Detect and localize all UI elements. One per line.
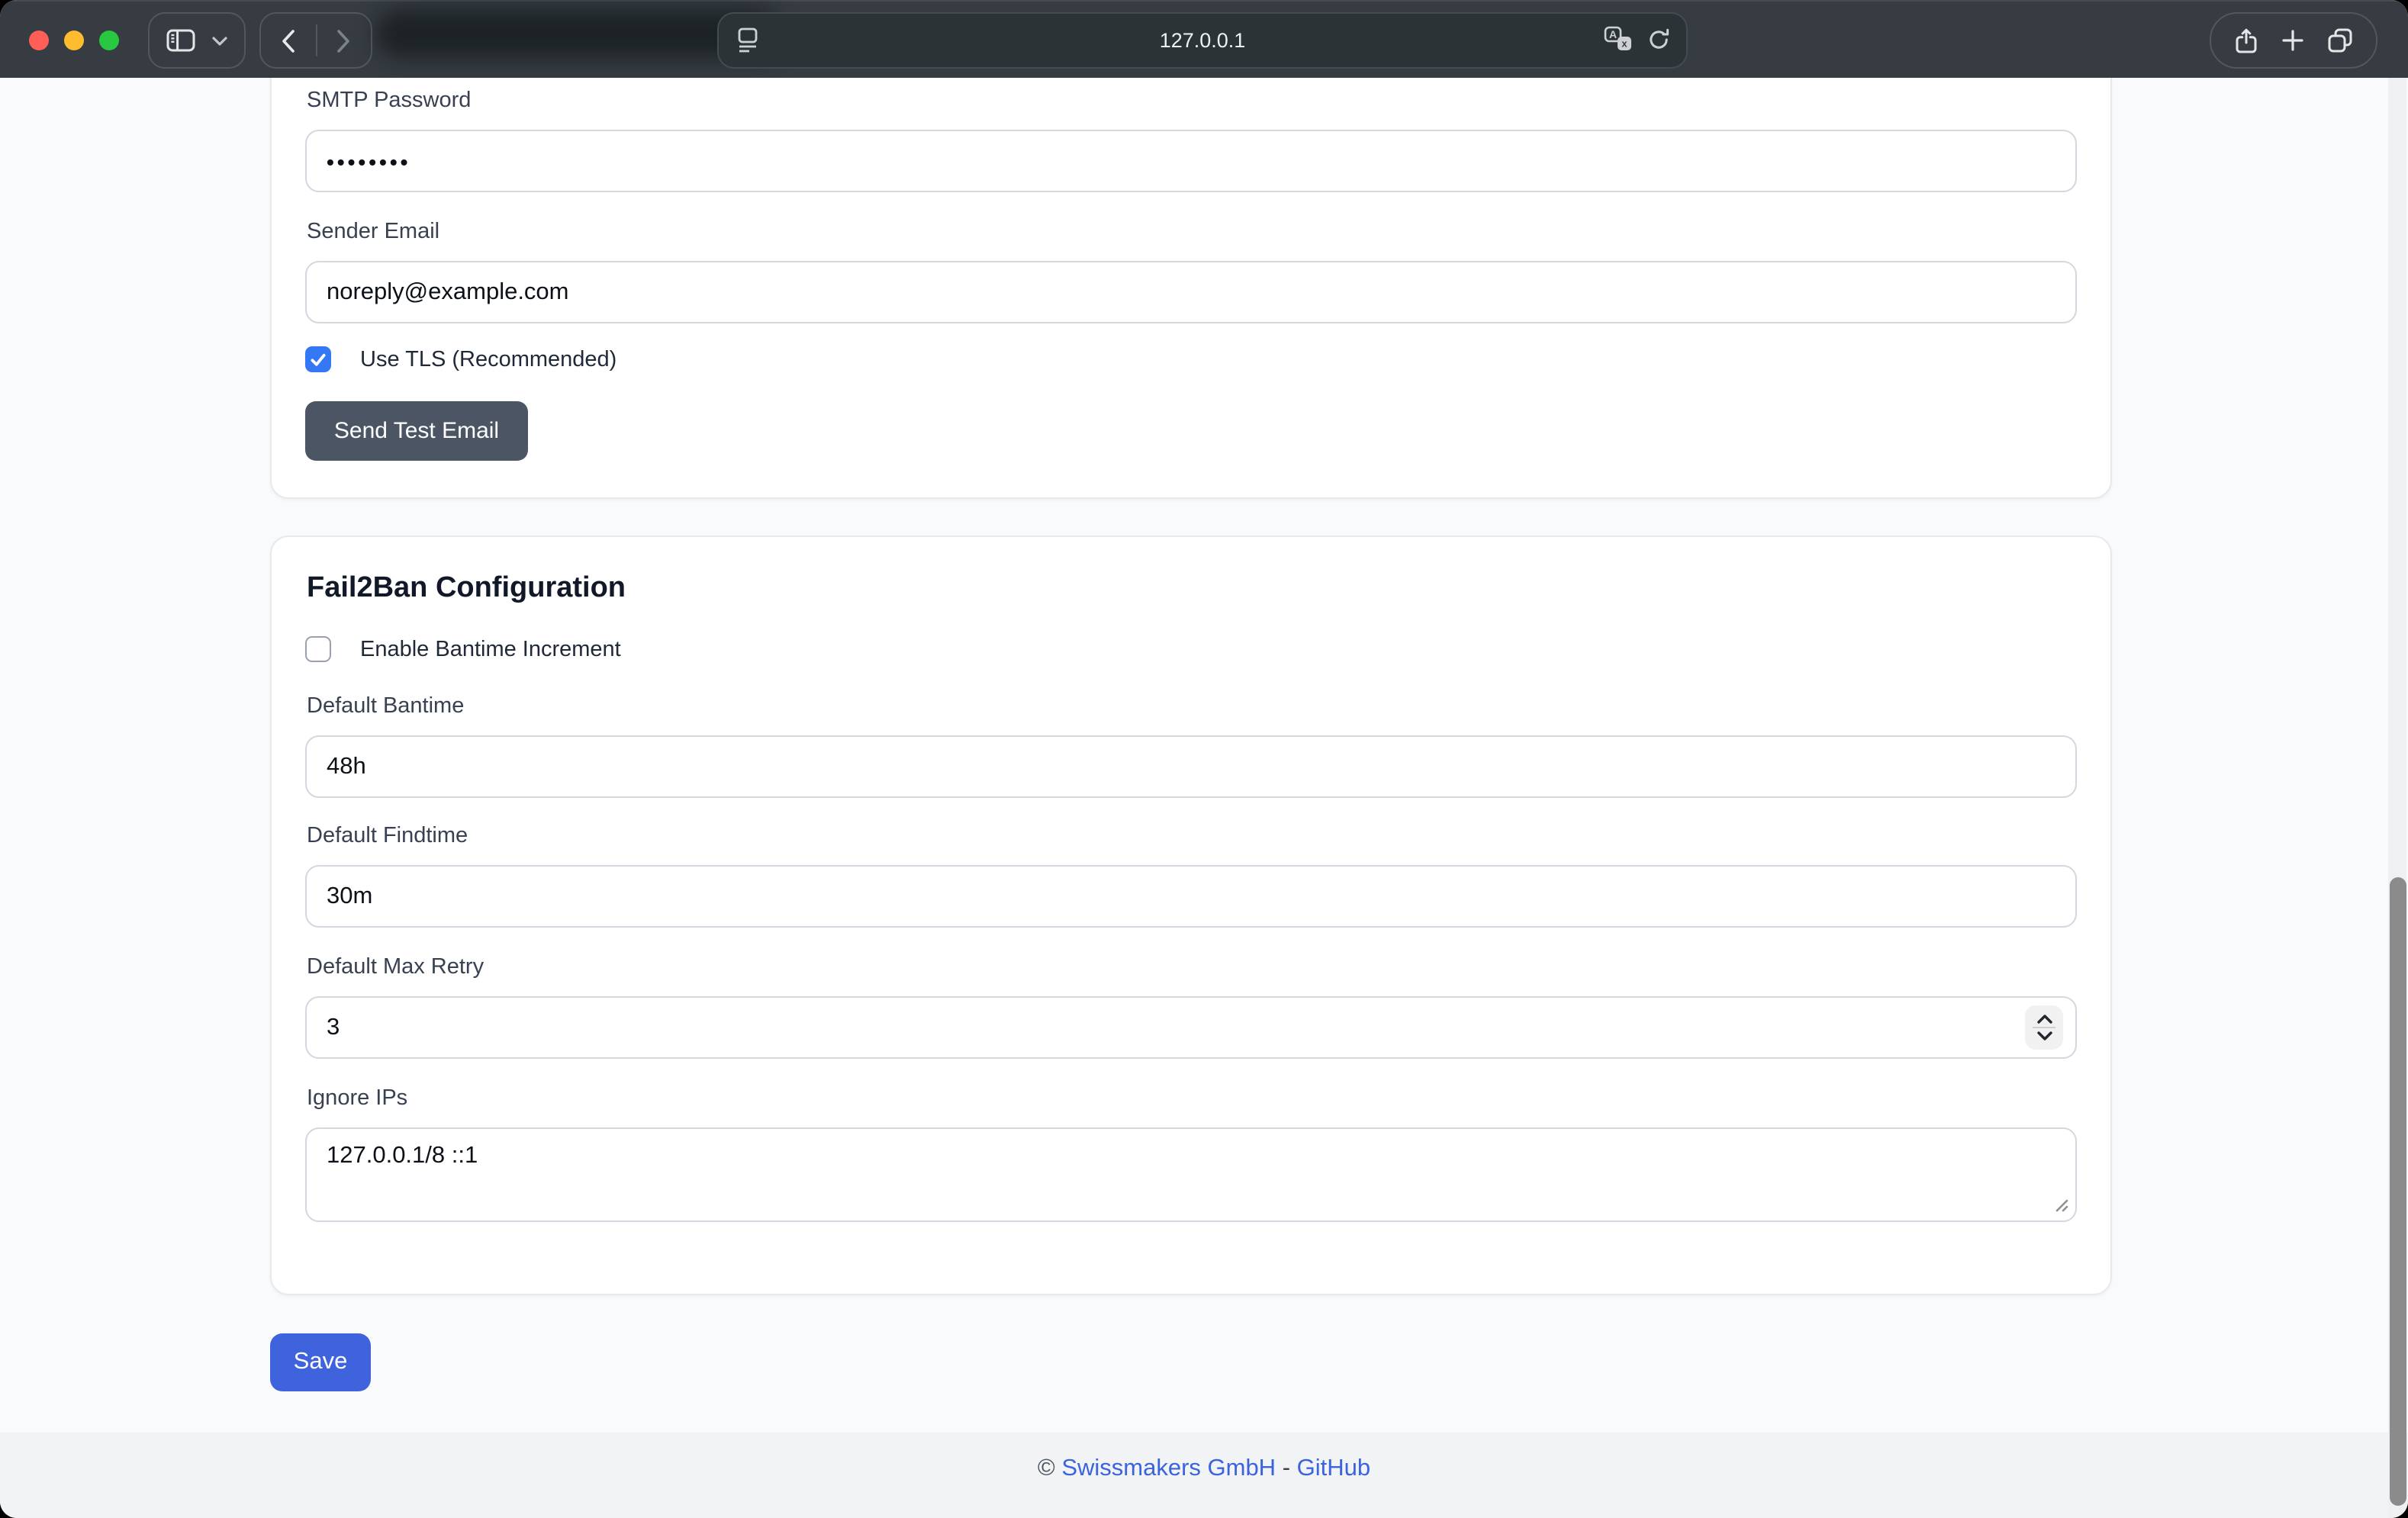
send-test-email-button[interactable]: Send Test Email bbox=[305, 401, 528, 461]
scrollbar-thumb[interactable] bbox=[2389, 877, 2406, 1506]
svg-text:x: x bbox=[1621, 38, 1627, 50]
minimize-window-button[interactable] bbox=[63, 30, 83, 50]
stepper-down-icon[interactable] bbox=[2036, 1031, 2052, 1040]
number-stepper[interactable] bbox=[2025, 1005, 2063, 1050]
zoom-window-button[interactable] bbox=[98, 30, 118, 50]
stepper-divider bbox=[2033, 1027, 2055, 1028]
stepper-up-icon[interactable] bbox=[2036, 1015, 2052, 1024]
svg-text:A: A bbox=[1609, 28, 1617, 40]
copyright-symbol: © bbox=[1038, 1455, 1055, 1481]
company-link[interactable]: Swissmakers GmbH bbox=[1061, 1455, 1276, 1481]
default-findtime-input[interactable] bbox=[305, 865, 2077, 928]
textarea-resize-handle[interactable] bbox=[2051, 1195, 2069, 1213]
back-icon[interactable] bbox=[281, 28, 296, 53]
sender-email-label: Sender Email bbox=[307, 220, 439, 244]
new-tab-icon[interactable] bbox=[2281, 29, 2304, 52]
forward-icon[interactable] bbox=[336, 28, 352, 53]
close-window-button[interactable] bbox=[28, 30, 48, 50]
footer-separator: - bbox=[1276, 1455, 1297, 1481]
default-bantime-input[interactable] bbox=[305, 735, 2077, 798]
sidebar-toggle-group bbox=[148, 12, 246, 69]
bantime-increment-label: Enable Bantime Increment bbox=[360, 637, 621, 661]
ignore-ips-label: Ignore IPs bbox=[307, 1086, 407, 1111]
bantime-increment-row: Enable Bantime Increment bbox=[305, 636, 621, 662]
footer: © Swissmakers GmbH - GitHub bbox=[0, 1455, 2408, 1483]
ignore-ips-textarea[interactable]: 127.0.0.1/8 ::1 bbox=[305, 1127, 2077, 1222]
nav-divider bbox=[315, 24, 317, 56]
checkmark-icon bbox=[310, 352, 327, 367]
reload-icon[interactable] bbox=[1647, 27, 1671, 51]
sidebar-icon[interactable] bbox=[166, 29, 195, 52]
use-tls-checkbox[interactable] bbox=[305, 346, 331, 372]
default-findtime-label: Default Findtime bbox=[307, 824, 468, 848]
chevron-down-icon[interactable] bbox=[212, 36, 227, 45]
use-tls-label: Use TLS (Recommended) bbox=[360, 347, 616, 371]
smtp-password-input[interactable] bbox=[305, 130, 2077, 192]
bantime-increment-checkbox[interactable] bbox=[305, 636, 331, 662]
sender-email-input[interactable] bbox=[305, 261, 2077, 323]
toolbar-actions-group bbox=[2210, 12, 2377, 69]
address-bar[interactable]: 127.0.0.1 A x bbox=[717, 12, 1688, 69]
default-bantime-label: Default Bantime bbox=[307, 694, 464, 719]
default-max-retry-input[interactable] bbox=[305, 996, 2077, 1059]
default-max-retry-label: Default Max Retry bbox=[307, 955, 484, 979]
smtp-password-label: SMTP Password bbox=[307, 88, 471, 113]
nav-buttons-group bbox=[259, 12, 372, 69]
browser-window: 127.0.0.1 A x bbox=[0, 0, 2408, 1518]
browser-toolbar: 127.0.0.1 A x bbox=[0, 0, 2408, 79]
github-link[interactable]: GitHub bbox=[1297, 1455, 1371, 1481]
page-content: SMTP Password Sender Email Use TLS (Reco… bbox=[0, 78, 2408, 1518]
tab-overview-icon[interactable] bbox=[2327, 27, 2353, 53]
use-tls-row: Use TLS (Recommended) bbox=[305, 346, 616, 372]
translate-icon[interactable]: A x bbox=[1604, 26, 1633, 52]
share-icon[interactable] bbox=[2234, 27, 2258, 54]
fail2ban-title: Fail2Ban Configuration bbox=[307, 572, 626, 606]
url-text[interactable]: 127.0.0.1 bbox=[719, 29, 1686, 52]
save-button[interactable]: Save bbox=[270, 1333, 371, 1391]
